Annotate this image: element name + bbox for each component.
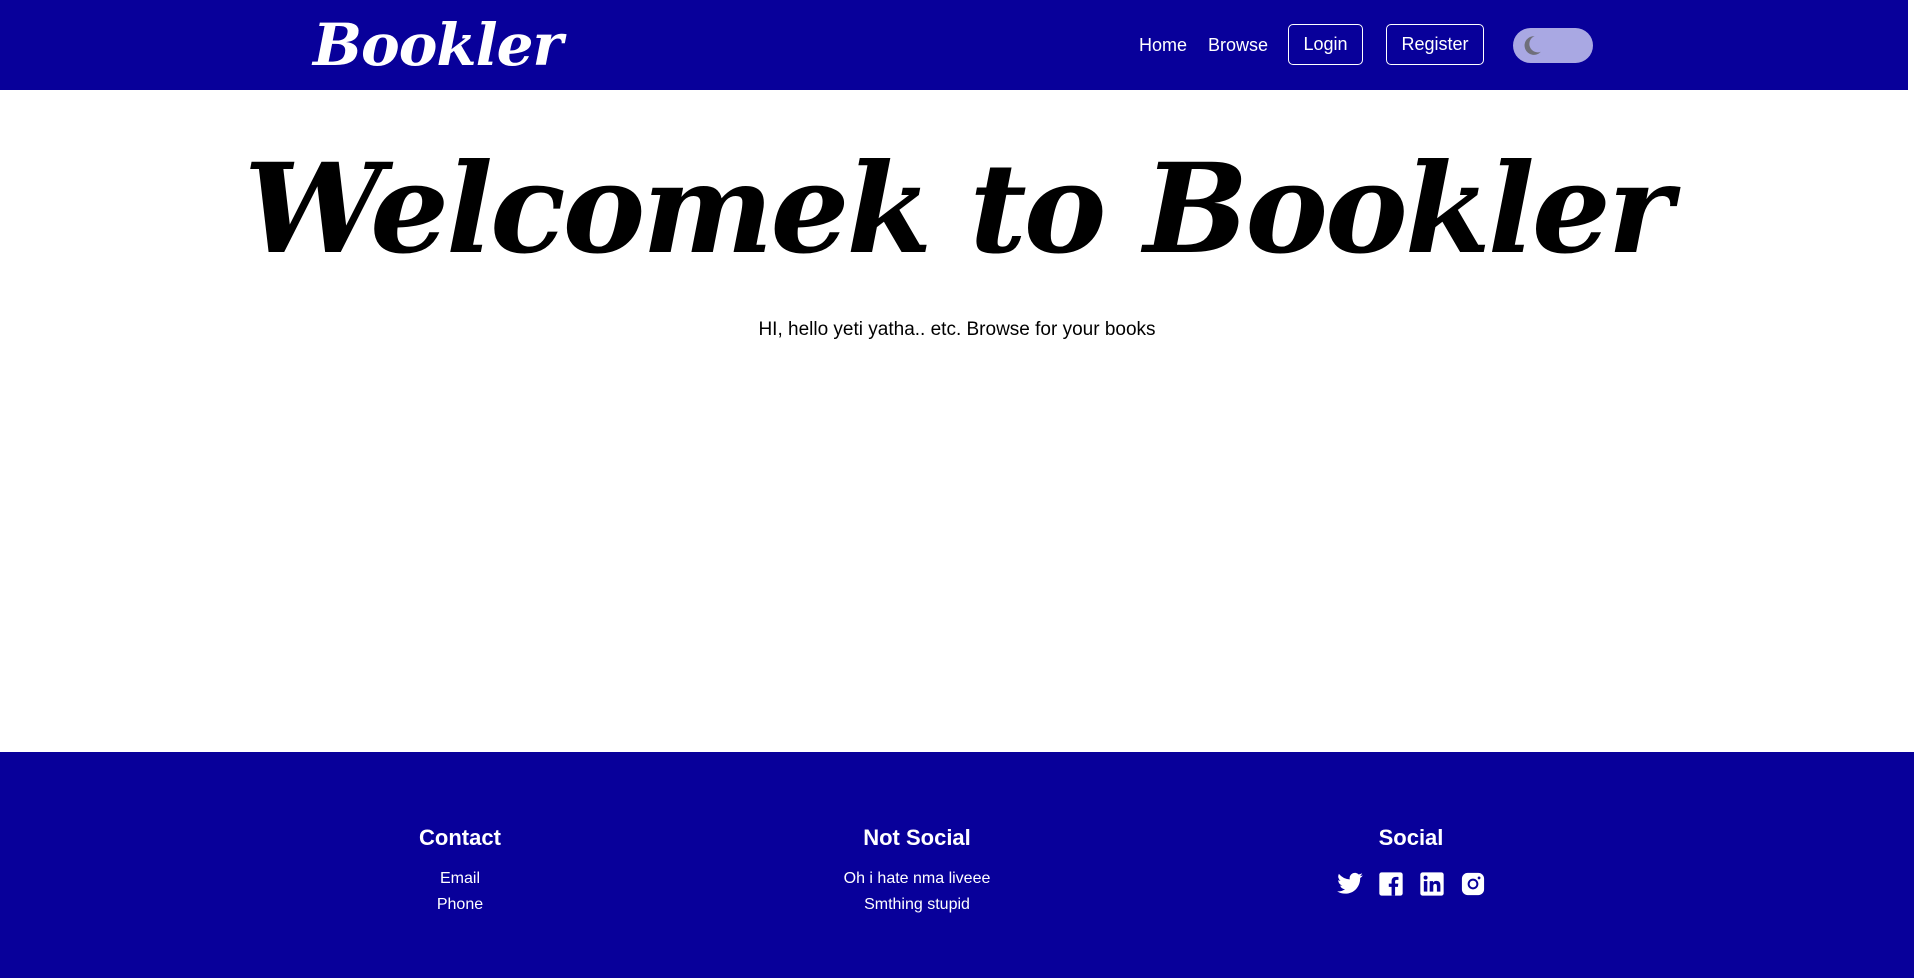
nav-browse-link[interactable]: Browse <box>1208 33 1268 57</box>
footer-social-heading: Social <box>1378 825 1444 850</box>
theme-toggle[interactable] <box>1513 28 1593 63</box>
hero-subtitle: HI, hello yeti yatha.. etc. Browse for y… <box>758 319 1156 340</box>
social-icons <box>1251 870 1571 898</box>
navbar: Bookler Home Browse Login Register <box>0 0 1908 90</box>
register-button[interactable]: Register <box>1386 24 1484 65</box>
nav-home-link[interactable]: Home <box>1139 33 1187 57</box>
linkedin-icon[interactable] <box>1418 870 1446 898</box>
footer-contact-heading: Contact <box>419 825 501 850</box>
facebook-icon[interactable] <box>1377 870 1405 898</box>
footer-not-social-item[interactable]: Smthing stupid <box>757 892 1077 918</box>
footer-not-social-heading: Not Social <box>863 825 971 850</box>
instagram-icon[interactable] <box>1459 870 1487 898</box>
footer-not-social-column: Not Social Oh i hate nma liveee Smthing … <box>757 822 1077 918</box>
footer-email-link[interactable]: Email <box>300 866 620 892</box>
footer-contact-column: Contact Email Phone <box>300 822 620 918</box>
login-button[interactable]: Login <box>1288 24 1363 65</box>
footer: Contact Email Phone Not Social Oh i hate… <box>0 752 1914 978</box>
footer-social-column: Social <box>1251 822 1571 898</box>
hero-title: Welcomek to Bookler <box>243 137 1673 282</box>
moon-icon <box>1524 36 1541 55</box>
footer-not-social-item[interactable]: Oh i hate nma liveee <box>757 866 1077 892</box>
footer-phone-link[interactable]: Phone <box>300 892 620 918</box>
twitter-icon[interactable] <box>1336 870 1364 898</box>
brand-logo[interactable]: Bookler <box>313 6 563 84</box>
